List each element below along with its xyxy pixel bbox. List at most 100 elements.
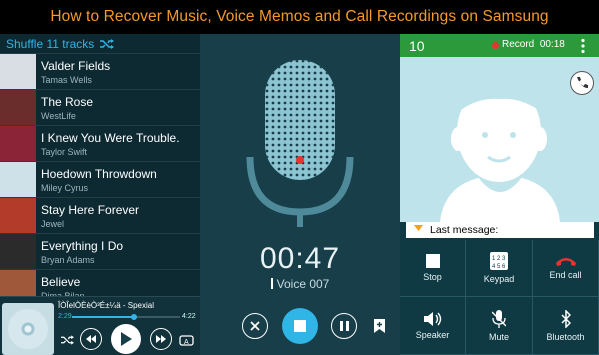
mute-icon: [492, 309, 506, 328]
mute-label: Mute: [488, 331, 509, 342]
track-info: Everything I Do Bryan Adams: [41, 239, 123, 265]
record-label: Record: [502, 39, 535, 50]
phone-record-icon: [577, 77, 588, 88]
speaker-button[interactable]: Speaker: [400, 297, 466, 355]
track-title: The Rose: [41, 94, 94, 109]
bookmark-icon: [373, 319, 385, 333]
track-row[interactable]: I Knew You Were Trouble. Taylor Swift: [0, 125, 200, 161]
previous-icon: [86, 335, 96, 343]
now-playing-title: ÎÒÎelÒÈèÒ³É±¼ä - Spexial: [58, 301, 154, 310]
duration-time: 4:22: [182, 313, 196, 320]
track-artist: Miley Cyrus: [41, 182, 89, 193]
shuffle-label: Shuffle 11 tracks: [6, 36, 95, 51]
stop-icon: [294, 320, 306, 332]
track-artist: Taylor Swift: [41, 146, 88, 157]
track-info: The Rose WestLife: [41, 95, 93, 121]
svg-text:1 2 3: 1 2 3: [492, 256, 506, 262]
shuffle-icon: [60, 335, 74, 345]
previous-button[interactable]: [80, 328, 102, 350]
speaker-icon: [423, 311, 441, 326]
bookmark-button[interactable]: [372, 318, 386, 334]
stop-button[interactable]: Stop: [400, 240, 466, 297]
track-artist: Jewel: [41, 218, 65, 229]
svg-text:A: A: [184, 339, 189, 346]
track-thumbnail: [0, 54, 36, 89]
end-call-button[interactable]: End call: [533, 240, 599, 297]
track-artist: Tamas Wells: [41, 74, 92, 85]
keypad-icon: 1 2 3 4 5 6: [490, 252, 508, 270]
svg-text:4 5 6: 4 5 6: [492, 264, 506, 270]
pause-recording-button[interactable]: [331, 313, 357, 339]
track-row[interactable]: Everything I Do Bryan Adams: [0, 233, 200, 269]
track-title: Valder Fields: [41, 58, 111, 73]
record-indicator-icon: [492, 42, 499, 49]
music-player-panel: Shuffle 11 tracks Valder Fields Tamas Wel…: [0, 34, 200, 355]
shuffle-icon: [100, 38, 115, 49]
recording-name-label: Voice 007: [276, 277, 330, 291]
next-button[interactable]: [150, 328, 172, 350]
screenshot-root: How to Recover Music, Voice Memos and Ca…: [0, 0, 599, 355]
track-row[interactable]: Stay Here Forever Jewel: [0, 197, 200, 233]
next-icon: [156, 335, 166, 343]
keypad-button[interactable]: 1 2 3 4 5 6 Keypad: [466, 240, 533, 297]
track-title: Hoedown Throwdown: [41, 166, 157, 181]
contact-picture: [400, 57, 599, 222]
track-thumbnail: [0, 198, 36, 233]
track-thumbnail: [0, 234, 36, 269]
mute-button[interactable]: Mute: [466, 297, 533, 355]
track-info: Valder Fields Tamas Wells: [41, 59, 110, 85]
last-message-label: Last message:: [430, 224, 499, 236]
bluetooth-button[interactable]: Bluetooth: [533, 297, 599, 355]
track-title: I Knew You Were Trouble.: [41, 130, 180, 145]
track-title: Everything I Do: [41, 238, 124, 253]
track-title: Believe: [41, 274, 81, 289]
track-info: I Knew You Were Trouble. Taylor Swift: [41, 131, 180, 157]
track-thumbnail: [0, 162, 36, 197]
track-row[interactable]: Hoedown Throwdown Miley Cyrus: [0, 161, 200, 197]
track-artist: Bryan Adams: [41, 254, 95, 265]
close-icon: [250, 321, 260, 331]
track-info: Stay Here Forever Jewel: [41, 203, 139, 229]
shuffle-button[interactable]: Shuffle 11 tracks: [0, 34, 200, 53]
cancel-recording-button[interactable]: [242, 313, 268, 339]
call-status-bar: 10: [400, 34, 599, 57]
track-row[interactable]: The Rose WestLife: [0, 89, 200, 125]
bluetooth-label: Bluetooth: [546, 331, 585, 342]
album-art: [2, 303, 54, 355]
stop-icon: [425, 254, 440, 268]
mini-player: ÎÒÎelÒÈèÒ³É±¼ä - Spexial 2:29 4:22 A: [0, 296, 200, 355]
chevron-down-icon: [414, 225, 423, 231]
recording-name: Voice 007: [200, 277, 400, 291]
end-call-label: End call: [549, 270, 582, 280]
call-recording-button[interactable]: [570, 71, 594, 95]
recording-time: 00:47: [259, 242, 341, 275]
record-time: 00:18: [539, 39, 565, 50]
track-row[interactable]: Valder Fields Tamas Wells: [0, 53, 200, 89]
voice-recorder-panel: 00:47 Voice 007: [200, 34, 400, 355]
progress-bar[interactable]: [72, 314, 180, 320]
bluetooth-icon: [560, 309, 571, 328]
last-message-bar[interactable]: Last message:: [406, 222, 594, 238]
play-icon: [121, 332, 132, 346]
repeat-button[interactable]: A: [178, 333, 194, 347]
track-thumbnail: [0, 90, 36, 125]
track-artist: WestLife: [41, 110, 76, 121]
caller-number: 10: [409, 37, 425, 54]
title-banner: How to Recover Music, Voice Memos and Ca…: [0, 0, 599, 34]
elapsed-time: 2:29: [58, 313, 72, 320]
track-title: Stay Here Forever: [41, 202, 140, 217]
keypad-label: Keypad: [483, 274, 515, 284]
record-status: Record 00:18: [502, 39, 565, 50]
track-list: Valder Fields Tamas Wells The Rose WestLife…: [0, 53, 200, 305]
repeat-icon: A: [178, 334, 194, 346]
shuffle-control[interactable]: [60, 334, 74, 346]
banner-title: How to Recover Music, Voice Memos and Ca…: [50, 8, 549, 25]
more-options-button[interactable]: [580, 38, 586, 54]
track-thumbnail: [0, 126, 36, 161]
stop-recording-button[interactable]: [282, 308, 318, 344]
play-button[interactable]: [111, 324, 141, 354]
speaker-label: Speaker: [415, 329, 450, 340]
more-vertical-icon: [581, 38, 585, 54]
end-call-icon: [555, 258, 576, 266]
call-controls: Stop 1 2 34 5 6 Keypad End call Speaker …: [400, 240, 599, 355]
